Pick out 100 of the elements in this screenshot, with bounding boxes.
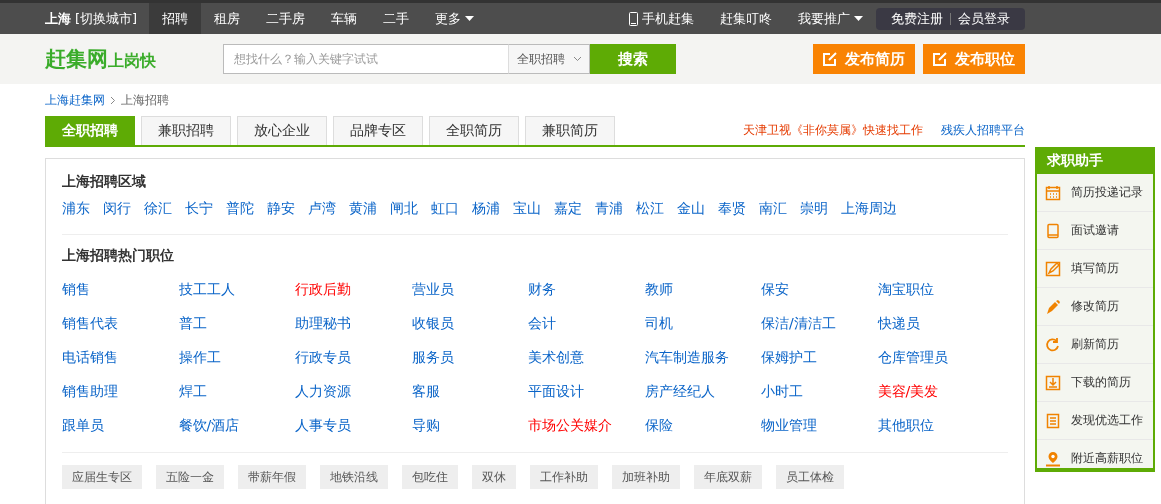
job-link[interactable]: 其他职位 bbox=[877, 417, 934, 433]
job-link[interactable]: 教师 bbox=[644, 281, 673, 297]
job-link[interactable]: 餐饮/酒店 bbox=[178, 417, 240, 433]
benefit-tag[interactable]: 包吃住 bbox=[402, 465, 458, 489]
promote-menu[interactable]: 我要推广 bbox=[785, 3, 876, 34]
category-dropdown[interactable]: 全职招聘 bbox=[508, 44, 590, 74]
nav-link[interactable]: 二手 bbox=[370, 3, 423, 34]
job-link[interactable]: 人力资源 bbox=[295, 383, 351, 399]
district-link[interactable]: 金山 bbox=[677, 200, 705, 218]
benefit-tag[interactable]: 带薪年假 bbox=[238, 465, 306, 489]
job-link[interactable]: 淘宝职位 bbox=[877, 281, 934, 297]
job-link[interactable]: 技工工人 bbox=[178, 281, 235, 297]
benefit-tag[interactable]: 双休 bbox=[472, 465, 516, 489]
nav-link[interactable]: 租房 bbox=[201, 3, 254, 34]
sidebar-item[interactable]: 修改简历 bbox=[1037, 288, 1153, 326]
login-link[interactable]: 会员登录 bbox=[951, 9, 1017, 28]
job-link[interactable]: 美术创意 bbox=[528, 349, 584, 365]
district-link[interactable]: 杨浦 bbox=[472, 200, 500, 218]
benefit-tag[interactable]: 应届生专区 bbox=[62, 465, 142, 489]
job-link[interactable]: 电话销售 bbox=[62, 349, 118, 365]
job-link[interactable]: 人事专员 bbox=[295, 417, 351, 433]
breadcrumb-link[interactable]: 上海赶集网 bbox=[45, 91, 105, 109]
district-link[interactable]: 宝山 bbox=[513, 200, 541, 218]
job-link[interactable]: 市场公关媒介 bbox=[528, 417, 612, 433]
more-menu[interactable]: 更多 bbox=[422, 3, 488, 34]
district-link[interactable]: 青浦 bbox=[595, 200, 623, 218]
job-link[interactable]: 房产经纪人 bbox=[644, 383, 715, 399]
job-link[interactable]: 平面设计 bbox=[528, 383, 584, 399]
job-link[interactable]: 收银员 bbox=[411, 315, 454, 331]
job-link[interactable]: 保洁/清洁工 bbox=[761, 315, 836, 331]
category-tab[interactable]: 放心企业 bbox=[237, 116, 327, 145]
job-link[interactable]: 服务员 bbox=[411, 349, 454, 365]
job-link[interactable]: 美容/美发 bbox=[877, 383, 939, 399]
category-tab[interactable]: 品牌专区 bbox=[333, 116, 423, 145]
sidebar-item[interactable]: 附近高薪职位 bbox=[1037, 440, 1153, 477]
job-link[interactable]: 保险 bbox=[644, 417, 673, 433]
category-tab[interactable]: 兼职简历 bbox=[525, 116, 615, 145]
job-link[interactable]: 仓库管理员 bbox=[877, 349, 948, 365]
sidebar-item[interactable]: 发现优选工作 bbox=[1037, 402, 1153, 440]
benefit-tag[interactable]: 员工体检 bbox=[776, 465, 844, 489]
nav-link[interactable]: 二手房 bbox=[253, 3, 319, 34]
job-link[interactable]: 普工 bbox=[178, 315, 207, 331]
job-link[interactable]: 小时工 bbox=[761, 383, 803, 399]
category-tab[interactable]: 兼职招聘 bbox=[141, 116, 231, 145]
switch-city-link[interactable]: [切换城市] bbox=[75, 9, 140, 28]
register-link[interactable]: 免费注册 bbox=[884, 9, 950, 28]
district-link[interactable]: 浦东 bbox=[62, 200, 90, 218]
benefit-tag[interactable]: 年底双薪 bbox=[694, 465, 762, 489]
sidebar-item[interactable]: 面试邀请 bbox=[1037, 212, 1153, 250]
job-link[interactable]: 财务 bbox=[528, 281, 556, 297]
district-link[interactable]: 卢湾 bbox=[308, 200, 336, 218]
job-link[interactable]: 营业员 bbox=[411, 281, 454, 297]
sidebar-item[interactable]: 刷新简历 bbox=[1037, 326, 1153, 364]
district-link[interactable]: 上海周边 bbox=[841, 200, 897, 218]
district-link[interactable]: 静安 bbox=[267, 200, 295, 218]
job-link[interactable]: 物业管理 bbox=[761, 417, 817, 433]
job-link[interactable]: 行政后勤 bbox=[295, 281, 351, 297]
sidebar-item[interactable]: 填写简历 bbox=[1037, 250, 1153, 288]
job-link[interactable]: 销售助理 bbox=[62, 383, 118, 399]
job-link[interactable]: 汽车制造服务 bbox=[644, 349, 729, 365]
job-link[interactable]: 助理秘书 bbox=[295, 315, 351, 331]
district-link[interactable]: 南汇 bbox=[759, 200, 787, 218]
job-link[interactable]: 行政专员 bbox=[295, 349, 351, 365]
category-tab[interactable]: 全职简历 bbox=[429, 116, 519, 145]
sidebar-item[interactable]: 下载的简历 bbox=[1037, 364, 1153, 402]
job-link[interactable]: 客服 bbox=[411, 383, 440, 399]
mobile-link[interactable]: 手机赶集 bbox=[616, 3, 707, 34]
sidebar-item[interactable]: 简历投递记录 bbox=[1037, 174, 1153, 212]
search-field[interactable]: 想找什么？输入关键字试试 bbox=[223, 44, 508, 74]
promo-link[interactable]: 残疾人招聘平台 bbox=[941, 122, 1025, 139]
district-link[interactable]: 崇明 bbox=[800, 200, 828, 218]
nav-link[interactable]: 车辆 bbox=[318, 3, 371, 34]
job-link[interactable]: 销售 bbox=[62, 281, 90, 297]
district-link[interactable]: 虹口 bbox=[431, 200, 459, 218]
job-link[interactable]: 保姆护工 bbox=[761, 349, 817, 365]
district-link[interactable]: 闸北 bbox=[390, 200, 418, 218]
district-link[interactable]: 徐汇 bbox=[144, 200, 172, 218]
job-link[interactable]: 销售代表 bbox=[62, 315, 118, 331]
district-link[interactable]: 闵行 bbox=[103, 200, 131, 218]
job-link[interactable]: 保安 bbox=[761, 281, 789, 297]
benefit-tag[interactable]: 五险一金 bbox=[156, 465, 224, 489]
district-link[interactable]: 普陀 bbox=[226, 200, 254, 218]
nav-link[interactable]: 招聘 bbox=[149, 3, 202, 34]
district-link[interactable]: 奉贤 bbox=[718, 200, 746, 218]
job-link[interactable]: 操作工 bbox=[178, 349, 221, 365]
district-link[interactable]: 长宁 bbox=[185, 200, 213, 218]
benefit-tag[interactable]: 加班补助 bbox=[612, 465, 680, 489]
job-link[interactable]: 导购 bbox=[411, 417, 440, 433]
dingdong-link[interactable]: 赶集叮咚 bbox=[707, 3, 785, 34]
job-link[interactable]: 跟单员 bbox=[62, 417, 104, 433]
job-link[interactable]: 司机 bbox=[644, 315, 673, 331]
job-link[interactable]: 会计 bbox=[528, 315, 556, 331]
district-link[interactable]: 松江 bbox=[636, 200, 664, 218]
district-link[interactable]: 黄浦 bbox=[349, 200, 377, 218]
job-link[interactable]: 焊工 bbox=[178, 383, 207, 399]
job-link[interactable]: 快递员 bbox=[877, 315, 920, 331]
promo-link[interactable]: 天津卫视《非你莫属》快速找工作 bbox=[743, 122, 923, 139]
benefit-tag[interactable]: 地铁沿线 bbox=[320, 465, 388, 489]
benefit-tag[interactable]: 工作补助 bbox=[530, 465, 598, 489]
district-link[interactable]: 嘉定 bbox=[554, 200, 582, 218]
